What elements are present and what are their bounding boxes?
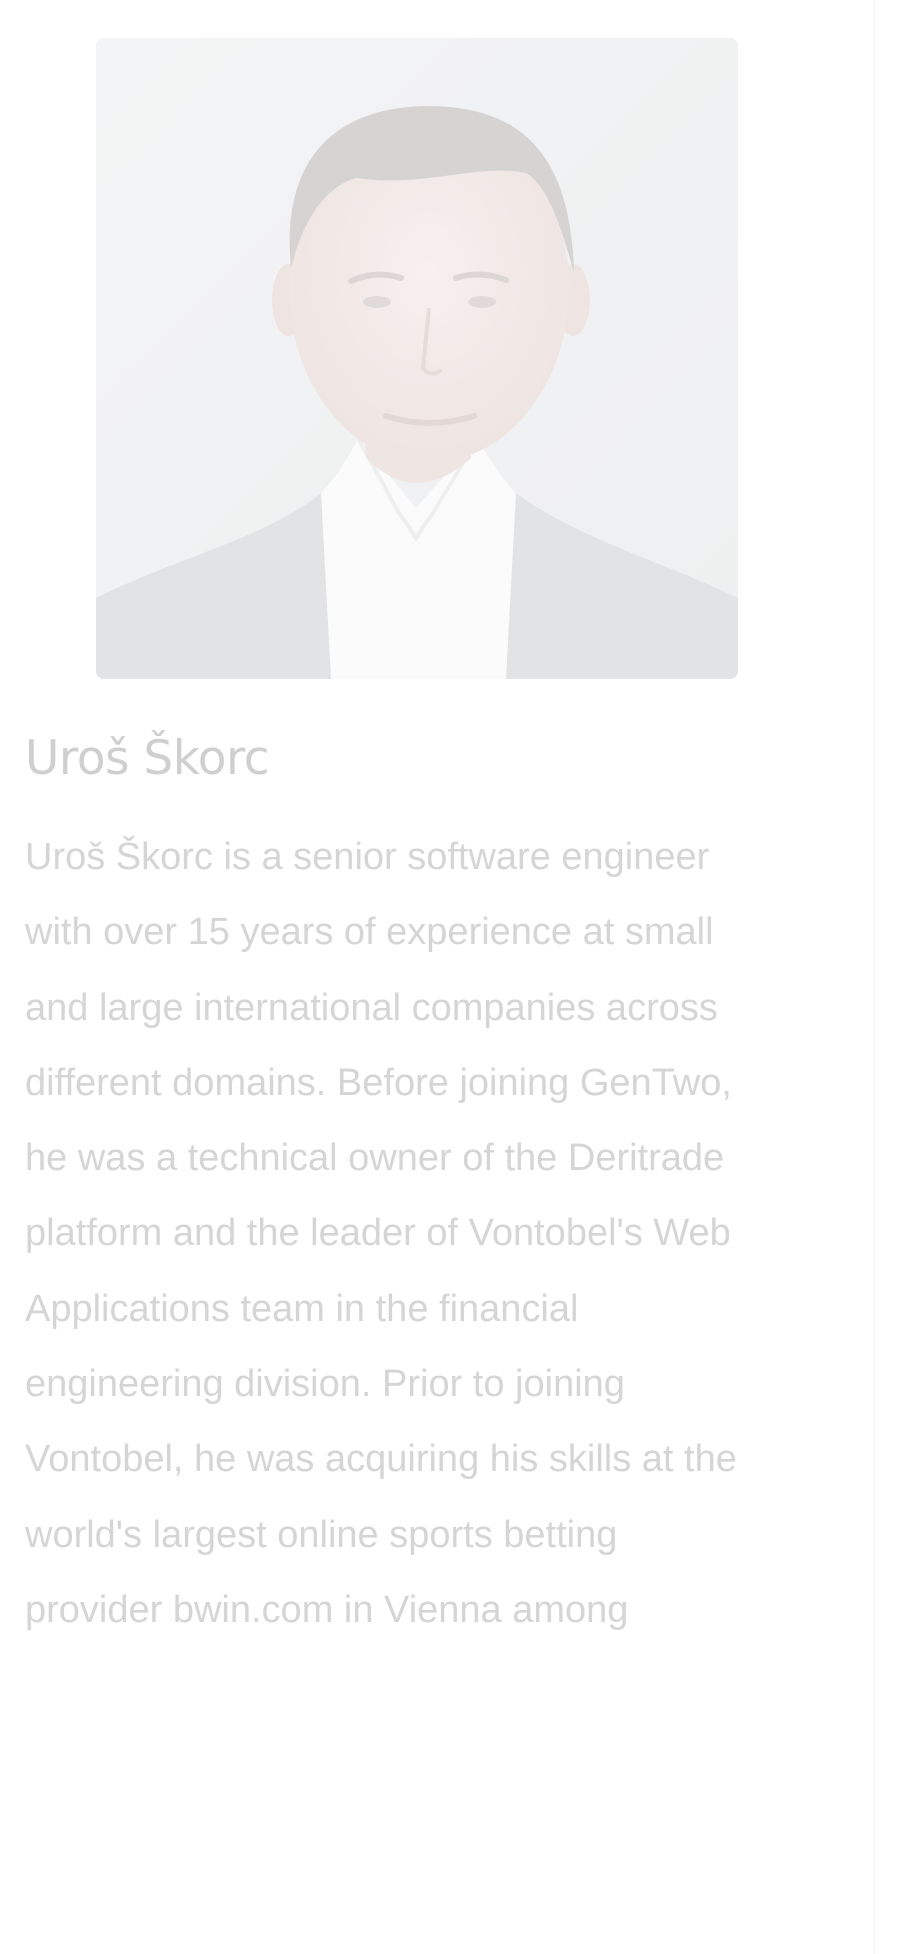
bio-line: with over 15 years of experience at smal… xyxy=(25,911,714,954)
bio-line: different domains. Before joining GenTwo… xyxy=(25,1061,732,1104)
bio-line: platform and the leader of Vontobel's We… xyxy=(25,1212,731,1255)
bio-line: and large international companies across xyxy=(25,986,718,1029)
bio-line: engineering division. Prior to joining xyxy=(25,1363,625,1406)
bio-line: Applications team in the financial xyxy=(25,1287,579,1330)
team-member-card: Uroš Škorc Uroš Škorc is a senior softwa… xyxy=(0,0,874,1954)
member-bio: Uroš Škorc is a senior software engineer… xyxy=(25,820,825,1648)
profile-photo xyxy=(96,38,738,679)
bio-line: Vontobel, he was acquiring his skills at… xyxy=(25,1438,737,1481)
bio-line: provider bwin.com in Vienna among xyxy=(25,1588,629,1631)
bio-line: he was a technical owner of the Deritrad… xyxy=(25,1137,725,1180)
member-name: Uroš Škorc xyxy=(25,731,270,786)
bio-line: world's largest online sports betting xyxy=(25,1513,618,1556)
bio-line: Uroš Škorc is a senior software engineer xyxy=(25,836,710,878)
page-edge-divider xyxy=(874,0,875,1954)
portrait-image xyxy=(96,38,738,679)
